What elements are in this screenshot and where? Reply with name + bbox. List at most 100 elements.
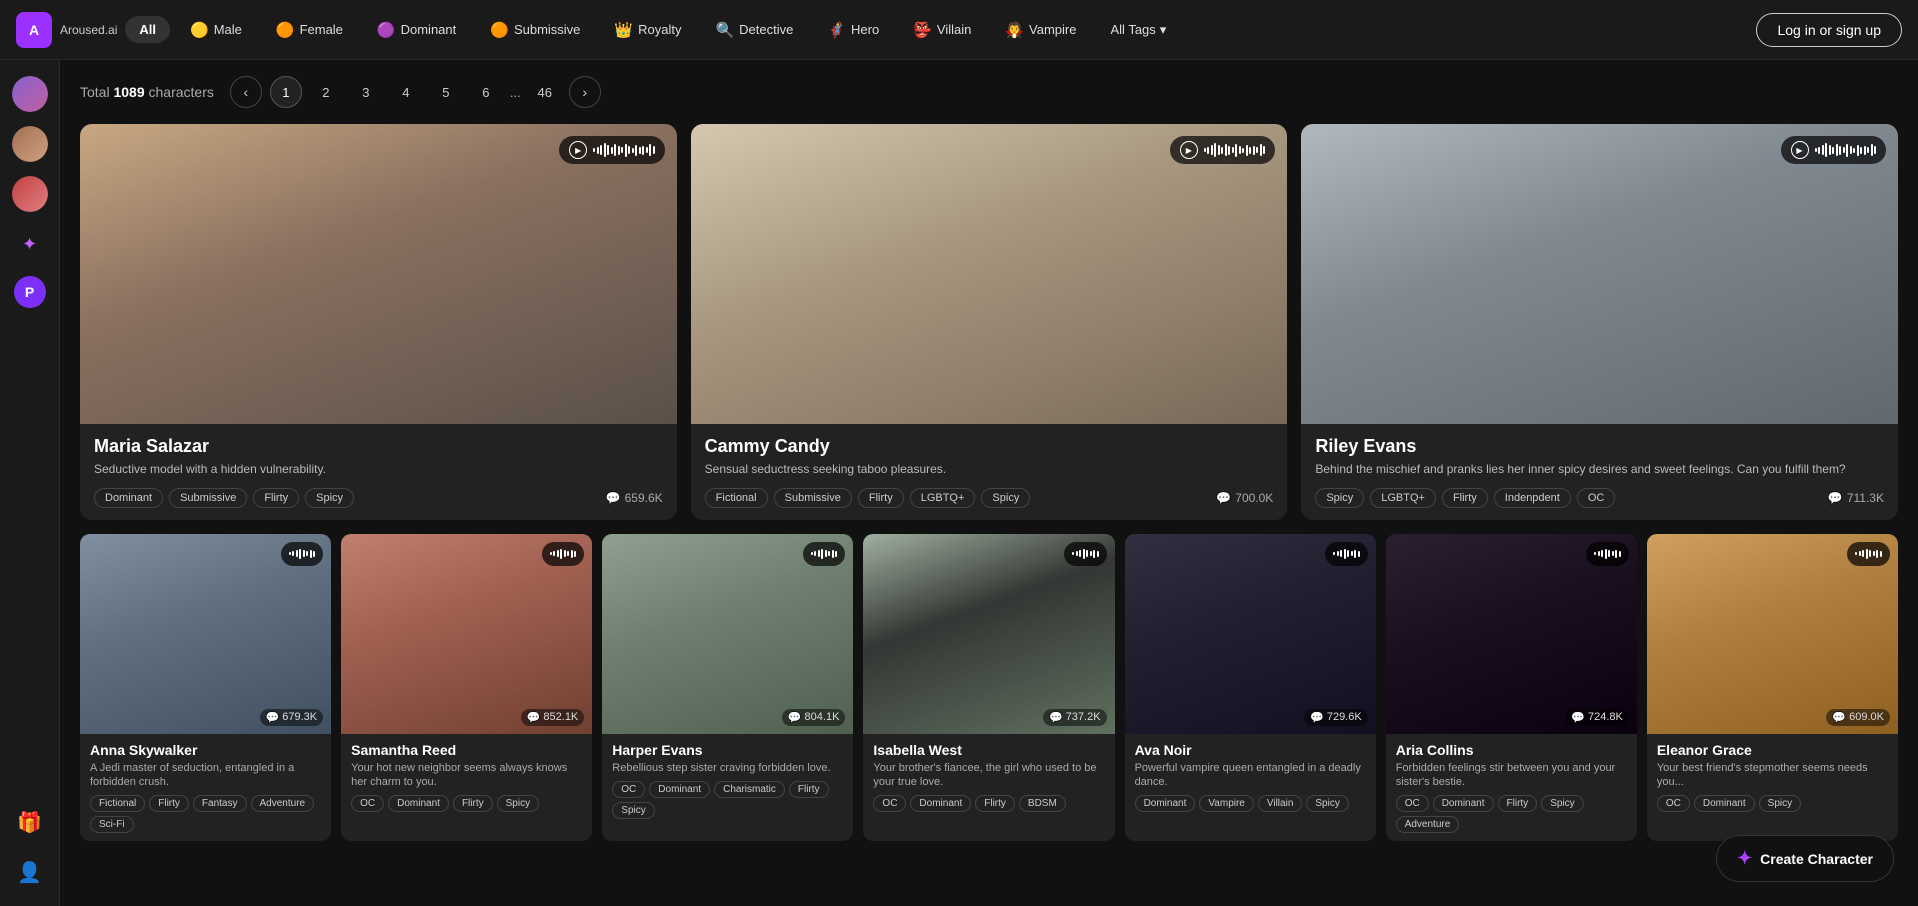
card-small-image-samantha: 💬 852.1K bbox=[341, 534, 592, 734]
nav-tags: All🟡Male🟠Female🟣Dominant🟠Submissive 👑 Roya… bbox=[125, 15, 1748, 45]
logo-area: A Aroused.ai bbox=[16, 12, 117, 48]
all-tags-label: All Tags bbox=[1111, 22, 1156, 37]
card-small-info-ava: Ava Noir Powerful vampire queen entangle… bbox=[1125, 734, 1376, 821]
card-small-info-eleanor: Eleanor Grace Your best friend's stepmot… bbox=[1647, 734, 1898, 821]
card-small-samantha[interactable]: 💬 852.1K Samantha Reed Your hot new neig… bbox=[341, 534, 592, 842]
card-small-anna[interactable]: 💬 679.3K Anna Skywalker A Jedi master of… bbox=[80, 534, 331, 842]
audio-badge-riley[interactable]: ▶ bbox=[1781, 136, 1887, 164]
nav-tag-detective[interactable]: 🔍Detective bbox=[701, 15, 807, 45]
card-small-info-samantha: Samantha Reed Your hot new neighbor seem… bbox=[341, 734, 592, 821]
page-btn-6[interactable]: 6 bbox=[470, 76, 502, 108]
page-btn-1[interactable]: 1 bbox=[270, 76, 302, 108]
page-btn-2[interactable]: 2 bbox=[310, 76, 342, 108]
play-button-riley[interactable]: ▶ bbox=[1791, 141, 1809, 159]
small-audio-badge-eleanor[interactable] bbox=[1847, 542, 1890, 566]
small-stat-value-harper: 804.1K bbox=[805, 711, 840, 723]
small-stat-samantha: 💬 852.1K bbox=[521, 709, 585, 726]
stat-value-cammy: 700.0K bbox=[1235, 491, 1273, 505]
page-btn-4[interactable]: 4 bbox=[390, 76, 422, 108]
tag-label-vampire: Vampire bbox=[1029, 22, 1076, 37]
card-info-maria: Maria Salazar Seductive model with a hid… bbox=[80, 424, 677, 520]
card-large-riley[interactable]: ▶ Riley Evans Behind the mischief and pr… bbox=[1301, 124, 1898, 520]
play-button-maria[interactable]: ▶ bbox=[569, 141, 587, 159]
logo-icon[interactable]: A bbox=[16, 12, 52, 48]
audio-badge-cammy[interactable]: ▶ bbox=[1170, 136, 1276, 164]
small-stat-value-anna: 679.3K bbox=[282, 711, 317, 723]
small-stat-icon-ava: 💬 bbox=[1310, 711, 1324, 724]
small-audio-badge-ava[interactable] bbox=[1325, 542, 1368, 566]
create-character-button[interactable]: ✦ Create Character bbox=[1716, 835, 1894, 882]
card-small-tag: Dominant bbox=[1135, 795, 1196, 812]
card-tag: Spicy bbox=[1315, 488, 1364, 508]
small-audio-badge-samantha[interactable] bbox=[542, 542, 585, 566]
card-tag: LGBTQ+ bbox=[910, 488, 976, 508]
card-small-tag: OC bbox=[873, 795, 906, 812]
tag-label-royalty: Royalty bbox=[638, 22, 681, 37]
brand-name: Aroused.ai bbox=[60, 23, 117, 37]
nav-tag-hero[interactable]: 🦸Hero bbox=[813, 15, 893, 45]
card-small-image-anna: 💬 679.3K bbox=[80, 534, 331, 734]
page-btn-5[interactable]: 5 bbox=[430, 76, 462, 108]
small-stat-eleanor: 💬 609.0K bbox=[1826, 709, 1890, 726]
card-tag: LGBTQ+ bbox=[1370, 488, 1436, 508]
page-btn-46[interactable]: 46 bbox=[529, 76, 561, 108]
card-image-riley: ▶ bbox=[1301, 124, 1898, 424]
next-page-button[interactable]: › bbox=[569, 76, 601, 108]
nav-tag-royalty[interactable]: 👑 Royalty bbox=[600, 15, 695, 45]
small-stat-value-eleanor: 609.0K bbox=[1849, 711, 1884, 723]
card-small-ava[interactable]: 💬 729.6K Ava Noir Powerful vampire queen… bbox=[1125, 534, 1376, 842]
nav-tag-villain[interactable]: 👺Villain bbox=[899, 15, 985, 45]
card-small-desc-eleanor: Your best friend's stepmother seems need… bbox=[1657, 761, 1888, 790]
stat-icon-riley: 💬 bbox=[1828, 491, 1843, 505]
card-small-isabella[interactable]: 💬 737.2K Isabella West Your brother's fi… bbox=[863, 534, 1114, 842]
small-audio-badge-harper[interactable] bbox=[803, 542, 846, 566]
nav-tag-submissive[interactable]: 🟠Submissive bbox=[476, 15, 594, 45]
small-audio-badge-aria[interactable] bbox=[1586, 542, 1629, 566]
nav-tag-female[interactable]: 🟠Female bbox=[262, 15, 357, 45]
card-tag: Spicy bbox=[305, 488, 354, 508]
card-tag: Spicy bbox=[981, 488, 1030, 508]
login-button[interactable]: Log in or sign up bbox=[1756, 13, 1902, 47]
card-large-maria[interactable]: ▶ Maria Salazar Seductive model with a h… bbox=[80, 124, 677, 520]
small-audio-badge-anna[interactable] bbox=[281, 542, 324, 566]
card-small-info-harper: Harper Evans Rebellious step sister crav… bbox=[602, 734, 853, 827]
card-info-cammy: Cammy Candy Sensual seductress seeking t… bbox=[691, 424, 1288, 520]
card-large-cammy[interactable]: ▶ Cammy Candy Sensual seductress seeking… bbox=[691, 124, 1288, 520]
card-small-aria[interactable]: 💬 724.8K Aria Collins Forbidden feelings… bbox=[1386, 534, 1637, 842]
logo-letter: A bbox=[29, 22, 39, 38]
user-icon[interactable]: 👤 bbox=[12, 854, 48, 890]
sidebar-avatar-2[interactable] bbox=[12, 126, 48, 162]
tag-emoji-royalty: 👑 bbox=[614, 21, 633, 39]
card-small-harper[interactable]: 💬 804.1K Harper Evans Rebellious step si… bbox=[602, 534, 853, 842]
card-small-tags-eleanor: OCDominantSpicy bbox=[1657, 795, 1888, 812]
card-small-tag: OC bbox=[1396, 795, 1429, 812]
sparkle-icon[interactable]: ✦ bbox=[12, 226, 48, 262]
card-small-tag: Flirty bbox=[149, 795, 189, 812]
sidebar-avatar-3[interactable] bbox=[12, 176, 48, 212]
small-stat-icon-harper: 💬 bbox=[788, 711, 802, 724]
prev-page-button[interactable]: ‹ bbox=[230, 76, 262, 108]
tag-emoji-detective: 🔍 bbox=[715, 21, 734, 39]
card-small-tag: Spicy bbox=[1541, 795, 1583, 812]
card-image-cammy: ▶ bbox=[691, 124, 1288, 424]
sidebar-avatar-1[interactable] bbox=[12, 76, 48, 112]
purple-p-icon[interactable]: P bbox=[14, 276, 46, 308]
small-audio-badge-isabella[interactable] bbox=[1064, 542, 1107, 566]
small-stat-aria: 💬 724.8K bbox=[1565, 709, 1629, 726]
nav-tag-all[interactable]: All bbox=[125, 16, 170, 43]
play-button-cammy[interactable]: ▶ bbox=[1180, 141, 1198, 159]
card-small-desc-samantha: Your hot new neighbor seems always knows… bbox=[351, 761, 582, 790]
audio-badge-maria[interactable]: ▶ bbox=[559, 136, 665, 164]
page-btn-3[interactable]: 3 bbox=[350, 76, 382, 108]
card-info-riley: Riley Evans Behind the mischief and pran… bbox=[1301, 424, 1898, 520]
nav-tag-male[interactable]: 🟡Male bbox=[176, 15, 256, 45]
all-tags-button[interactable]: All Tags▾ bbox=[1097, 16, 1181, 44]
card-small-image-isabella: 💬 737.2K bbox=[863, 534, 1114, 734]
gift-icon[interactable]: 🎁 bbox=[12, 804, 48, 840]
nav-tag-dominant[interactable]: 🟣Dominant bbox=[363, 15, 470, 45]
nav-tag-vampire[interactable]: 🧛Vampire bbox=[991, 15, 1090, 45]
card-small-eleanor[interactable]: 💬 609.0K Eleanor Grace Your best friend'… bbox=[1647, 534, 1898, 842]
card-image-maria: ▶ bbox=[80, 124, 677, 424]
top-nav: A Aroused.ai All🟡Male🟠Female🟣Dominant🟠Su… bbox=[0, 0, 1918, 60]
small-stat-value-ava: 729.6K bbox=[1327, 711, 1362, 723]
